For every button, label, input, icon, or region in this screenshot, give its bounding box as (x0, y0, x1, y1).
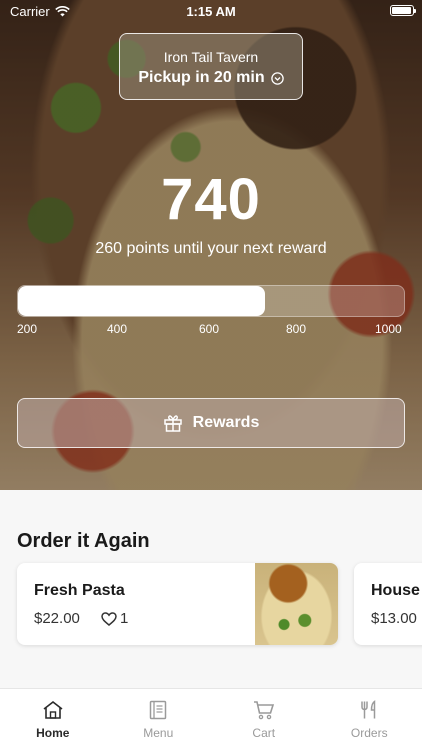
points-balance: 740 (161, 167, 261, 232)
tick-label: 200 (17, 322, 38, 336)
order-again-card[interactable]: House $13.00 (354, 563, 422, 645)
rewards-progress-bar (17, 285, 405, 317)
item-name: Fresh Pasta (34, 582, 125, 599)
tab-orders[interactable]: Orders (317, 689, 422, 750)
gift-icon (163, 415, 182, 432)
tick-label: 1000 (375, 322, 402, 336)
tab-label: Cart (252, 726, 276, 740)
tick-label: 600 (199, 322, 220, 336)
home-icon (43, 700, 63, 719)
order-again-title: Order it Again (17, 530, 150, 552)
tick-label: 800 (286, 322, 307, 336)
tab-cart[interactable]: Cart (211, 689, 317, 750)
tab-home[interactable]: Home (0, 689, 106, 750)
item-likes[interactable]: 1 (101, 610, 128, 627)
tab-menu[interactable]: Menu (106, 689, 212, 750)
rewards-progress-fill (18, 286, 266, 316)
order-again-card[interactable]: Fresh Pasta $22.00 1 (17, 563, 338, 645)
cart-icon (253, 701, 274, 720)
tick-label: 400 (107, 322, 128, 336)
rewards-button[interactable]: Rewards (17, 398, 405, 448)
menu-icon (150, 700, 167, 720)
status-bar: Carrier 1:15 AM (0, 0, 422, 22)
tab-label: Menu (143, 726, 174, 740)
clock: 1:15 AM (186, 4, 236, 19)
app-screen: Carrier 1:15 AM Iron Tail Tavern Pickup … (0, 0, 422, 750)
item-photo (255, 563, 338, 645)
progress-tick-labels: 200 400 600 800 1000 (17, 322, 407, 338)
tab-label: Orders (350, 726, 388, 740)
chevron-down-circle-icon (270, 71, 284, 85)
tab-label: Home (36, 726, 70, 740)
store-pickup-selector[interactable]: Iron Tail Tavern Pickup in 20 min (119, 33, 303, 100)
item-price: $22.00 (34, 610, 80, 627)
rewards-button-label: Rewards (192, 414, 260, 431)
item-price: $13.00 (371, 610, 417, 627)
fork-knife-icon (361, 700, 376, 719)
points-until-reward: 260 points until your next reward (95, 240, 327, 257)
pickup-label: Pickup in 20 min (138, 69, 265, 86)
store-name: Iron Tail Tavern (163, 49, 259, 65)
pickup-time: Pickup in 20 min (120, 69, 302, 87)
item-name: House (371, 582, 420, 599)
heart-icon (101, 611, 117, 626)
like-count: 1 (120, 610, 129, 627)
battery-icon (390, 5, 416, 16)
tab-bar: Home Menu Cart Orders (0, 688, 422, 750)
